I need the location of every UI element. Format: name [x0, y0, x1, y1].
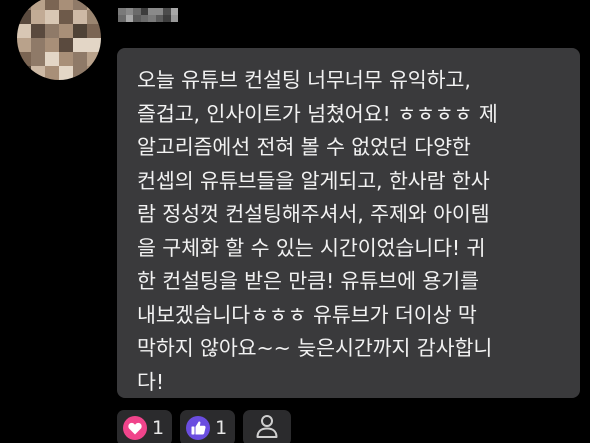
add-reaction-button[interactable]: [243, 410, 292, 443]
reaction-bar: 1 1: [117, 410, 292, 443]
avatar-mosaic-tile: [87, 66, 101, 80]
username-mosaic-tile: [125, 15, 133, 22]
avatar-mosaic-tile: [31, 38, 45, 52]
avatar-mosaic-tile: [17, 66, 31, 80]
message-bubble: 오늘 유튜브 컨설팅 너무너무 유익하고, 즐겁고, 인사이트가 넘쳤어요! ㅎ…: [117, 48, 580, 398]
reaction-thumbs-up-count: 1: [215, 417, 228, 439]
avatar-mosaic-tile: [73, 52, 87, 66]
avatar-mosaic-tile: [87, 10, 101, 24]
username-mosaic-tile: [155, 8, 163, 15]
avatar-mosaic-tile: [59, 52, 73, 66]
chat-message: 오늘 유튜브 컨설팅 너무너무 유익하고, 즐겁고, 인사이트가 넘쳤어요! ㅎ…: [0, 0, 590, 443]
username-mosaic-tile: [133, 15, 141, 22]
avatar-mosaic-tile: [31, 66, 45, 80]
avatar-mosaic-tile: [87, 52, 101, 66]
avatar-mosaic-tile: [59, 66, 73, 80]
heart-icon: [123, 416, 147, 440]
avatar-mosaic-tile: [17, 0, 31, 10]
avatar-mosaic-tile: [87, 0, 101, 10]
username-mosaic-tile: [155, 15, 163, 22]
reaction-heart-count: 1: [152, 417, 165, 439]
avatar-mosaic-tile: [31, 0, 45, 10]
avatar-mosaic-tile: [73, 0, 87, 10]
avatar-mosaic-tile: [17, 10, 31, 24]
avatar-mosaic-tile: [45, 52, 59, 66]
avatar-mosaic-tile: [31, 24, 45, 38]
username-mosaic-tile: [118, 15, 126, 22]
avatar-mosaic-tile: [45, 38, 59, 52]
username-mosaic-tile: [163, 8, 171, 15]
username-mosaic-tile: [148, 8, 156, 15]
username-blurred: [118, 8, 178, 22]
avatar-mosaic-tile: [73, 38, 87, 52]
avatar-mosaic-tile: [17, 24, 31, 38]
avatar-mosaic-tile: [87, 24, 101, 38]
avatar[interactable]: [17, 0, 101, 80]
username-mosaic-tile: [118, 8, 126, 15]
message-text: 오늘 유튜브 컨설팅 너무너무 유익하고, 즐겁고, 인사이트가 넘쳤어요! ㅎ…: [137, 68, 498, 394]
username-mosaic-tile: [170, 8, 178, 15]
avatar-mosaic-tile: [59, 0, 73, 10]
username-mosaic-tile: [133, 8, 141, 15]
avatar-mosaic-tile: [73, 10, 87, 24]
avatar-mosaic-tile: [45, 24, 59, 38]
avatar-mosaic-tile: [59, 24, 73, 38]
person-icon: [255, 413, 279, 443]
avatar-mosaic-tile: [59, 10, 73, 24]
avatar-mosaic-tile: [87, 38, 101, 52]
avatar-mosaic-tile: [45, 66, 59, 80]
avatar-mosaic-tile: [17, 38, 31, 52]
avatar-mosaic-tile: [59, 38, 73, 52]
username-mosaic-tile: [170, 15, 178, 22]
avatar-mosaic-tile: [73, 24, 87, 38]
avatar-mosaic-tile: [31, 10, 45, 24]
username-mosaic-tile: [140, 15, 148, 22]
username-mosaic-tile: [140, 8, 148, 15]
username-mosaic-tile: [148, 15, 156, 22]
avatar-mosaic-tile: [17, 52, 31, 66]
avatar-mosaic-tile: [45, 0, 59, 10]
avatar-mosaic-tile: [45, 10, 59, 24]
thumbs-up-icon: [186, 416, 211, 440]
reaction-thumbs-up-button[interactable]: 1: [180, 410, 236, 443]
reaction-heart-button[interactable]: 1: [117, 410, 173, 443]
username-mosaic-tile: [125, 8, 133, 15]
avatar-mosaic-tile: [31, 52, 45, 66]
avatar-mosaic-tile: [73, 66, 87, 80]
username-mosaic-tile: [163, 15, 171, 22]
